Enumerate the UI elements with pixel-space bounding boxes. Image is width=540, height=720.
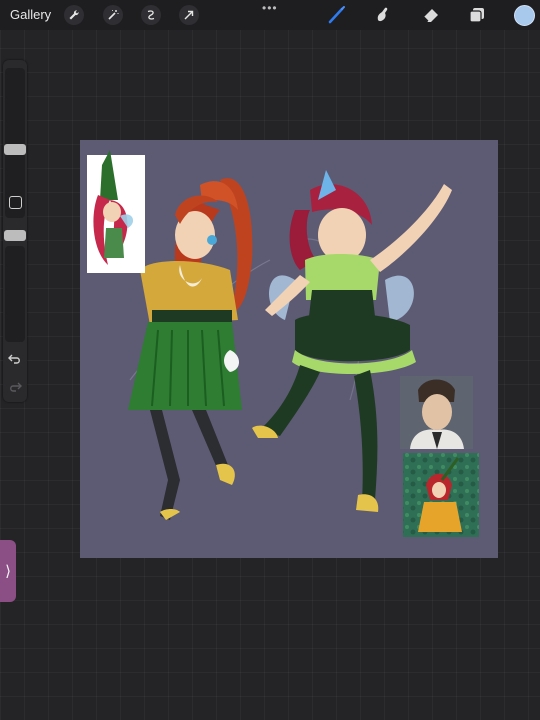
color-picker-swatch[interactable]: [514, 5, 535, 26]
eraser-icon[interactable]: [420, 4, 442, 26]
brush-icon[interactable]: [326, 4, 348, 26]
sidebar-expand-tab[interactable]: ⟩: [0, 540, 16, 602]
character-left: [128, 178, 253, 520]
left-sidebar: [3, 60, 27, 402]
gallery-button[interactable]: Gallery: [10, 6, 51, 24]
wrench-icon[interactable]: [64, 5, 84, 25]
opacity-track[interactable]: [5, 246, 25, 342]
brush-size-slider[interactable]: [4, 144, 26, 155]
top-toolbar: Gallery •••: [0, 0, 540, 30]
redo-icon[interactable]: [8, 380, 22, 392]
magic-wand-icon[interactable]: [103, 5, 123, 25]
reference-portrait-man[interactable]: [400, 376, 473, 449]
layers-icon[interactable]: [466, 4, 488, 26]
smudge-icon[interactable]: [372, 4, 394, 26]
drawing-canvas[interactable]: [80, 140, 498, 558]
reference-fairy-illustration[interactable]: [87, 150, 145, 273]
transform-arrow-icon[interactable]: [179, 5, 199, 25]
modify-button[interactable]: [9, 196, 22, 209]
selection-icon[interactable]: [141, 5, 161, 25]
undo-icon[interactable]: [8, 352, 22, 364]
artwork: [87, 150, 479, 537]
more-options-icon[interactable]: •••: [262, 1, 278, 15]
reference-fairy-painting[interactable]: [403, 453, 479, 537]
opacity-slider[interactable]: [4, 230, 26, 241]
